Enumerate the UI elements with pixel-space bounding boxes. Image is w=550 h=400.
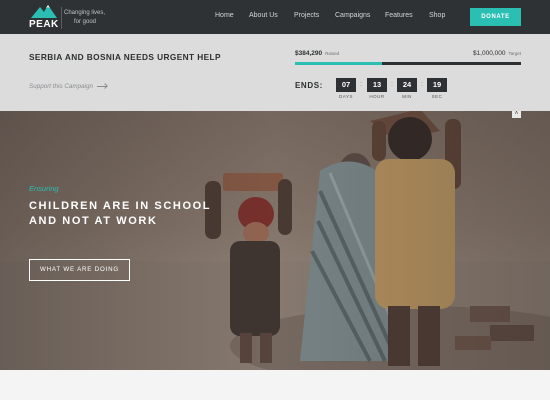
countdown-days-value: 07 — [336, 78, 356, 92]
support-campaign-link[interactable]: Support this Campaign — [29, 83, 108, 90]
target-amount: $1,000,000 Target — [473, 50, 521, 57]
target-label: Target — [508, 51, 521, 56]
countdown-minutes: 24 MIN — [397, 78, 417, 99]
campaign-title: SERBIA AND BOSNIA NEEDS URGENT HELP — [29, 52, 221, 62]
countdown-seconds-label: SEC — [431, 94, 443, 99]
countdown-hours: 13 HOUR — [367, 78, 387, 99]
nav-features[interactable]: Features — [385, 12, 413, 19]
next-section — [0, 370, 550, 400]
countdown-separator: : — [391, 81, 393, 88]
target-value: $1,000,000 — [472, 50, 506, 57]
hero-eyebrow: Ensuring — [29, 184, 59, 193]
campaign-banner: SERBIA AND BOSNIA NEEDS URGENT HELP Supp… — [0, 34, 550, 111]
countdown-minutes-label: MIN — [402, 94, 412, 99]
raised-amount: $384,290 Raised — [295, 50, 339, 57]
hero-section: Ensuring CHILDREN ARE IN SCHOOL AND NOT … — [0, 111, 550, 370]
mountain-logo-icon — [31, 5, 57, 18]
logo-divider — [61, 7, 62, 29]
raised-value: $384,290 — [295, 50, 323, 57]
nav-shop[interactable]: Shop — [429, 12, 445, 19]
countdown-days-label: DAYS — [339, 94, 353, 99]
logo-text: PEAK — [29, 19, 59, 30]
countdown-separator: : — [360, 81, 362, 88]
nav-projects[interactable]: Projects — [294, 12, 319, 19]
hero-title: CHILDREN ARE IN SCHOOL AND NOT AT WORK — [29, 200, 211, 227]
progress-bar-fill — [295, 62, 382, 65]
support-campaign-label: Support this Campaign — [29, 83, 94, 90]
tagline-line-2: for good — [74, 19, 97, 25]
countdown-separator: : — [421, 81, 423, 88]
donate-button[interactable]: DONATE — [470, 8, 521, 26]
countdown-seconds: 19 SEC — [427, 78, 447, 99]
countdown-seconds-value: 19 — [427, 78, 447, 92]
countdown-minutes-value: 24 — [397, 78, 417, 92]
nav-home[interactable]: Home — [215, 12, 234, 19]
site-header: PEAK Changing lives, for good Home About… — [0, 0, 550, 34]
nav-campaigns[interactable]: Campaigns — [335, 12, 370, 19]
countdown-hours-label: HOUR — [369, 94, 385, 99]
countdown-hours-value: 13 — [367, 78, 387, 92]
countdown-days: 07 DAYS — [336, 78, 356, 99]
ends-label: ENDS: — [295, 81, 323, 90]
chevron-up-icon[interactable]: ˄ — [512, 111, 521, 118]
progress-bar — [295, 62, 521, 65]
nav-about-us[interactable]: About Us — [249, 12, 278, 19]
tagline-line-1: Changing lives, — [64, 10, 106, 16]
hero-photo — [0, 111, 550, 370]
tagline: Changing lives, for good — [64, 9, 110, 27]
arrow-right-icon — [97, 85, 108, 87]
raised-label: Raised — [325, 51, 340, 56]
logo[interactable]: PEAK — [29, 4, 59, 30]
what-we-are-doing-button[interactable]: WHAT WE ARE DOING — [29, 259, 130, 281]
